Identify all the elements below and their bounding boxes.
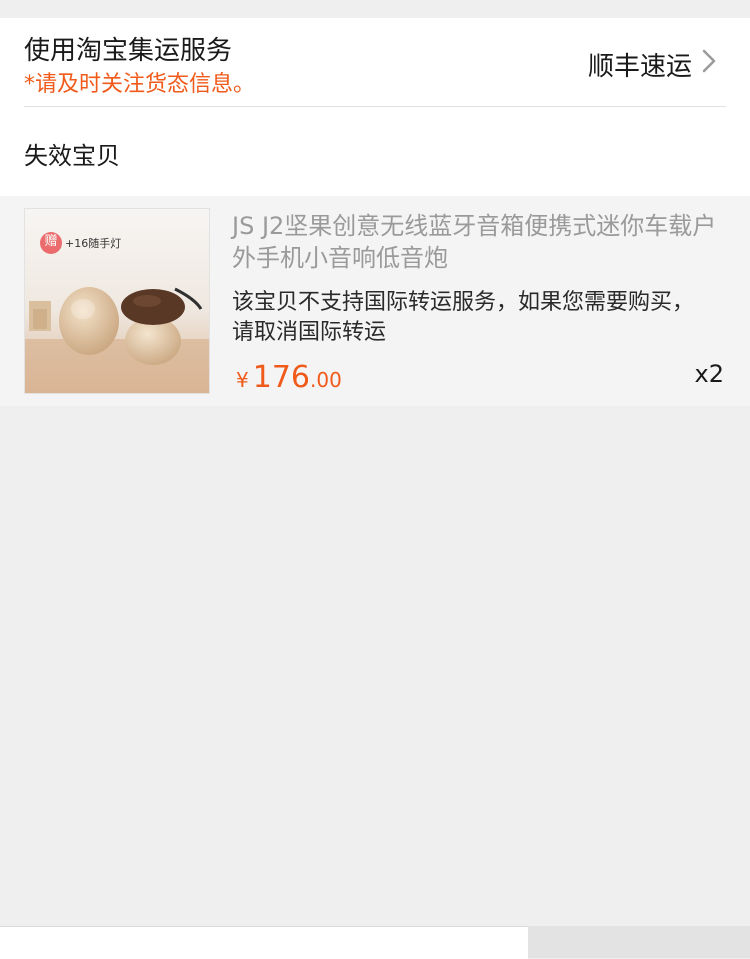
chevron-right-icon[interactable] (698, 48, 720, 74)
item-price: ¥176.00 (236, 360, 342, 395)
item-warning-text: 该宝贝不支持国际转运服务，如果您需要购买，请取消国际转运 (232, 290, 695, 345)
product-image[interactable]: 赠 +16随手灯 (24, 208, 210, 394)
top-spacer (0, 0, 750, 18)
item-quantity: x2 (694, 360, 724, 388)
shipping-method-value[interactable]: 顺丰速运 (588, 46, 692, 83)
shipping-service-row[interactable]: 使用淘宝集运服务 *请及时关注货态信息。 顺丰速运 (24, 18, 726, 107)
bottom-bar-action[interactable] (528, 926, 750, 958)
shipping-service-title: 使用淘宝集运服务 (24, 36, 233, 66)
gift-badge-text: +16随手灯 (65, 237, 122, 250)
price-integer: 176 (252, 360, 310, 395)
invalid-item-card[interactable]: 赠 +16随手灯 JS J2坚果创意无线蓝牙音箱便携式迷你车载户外手机小音响低音… (0, 196, 750, 406)
item-title[interactable]: JS J2坚果创意无线蓝牙音箱便携式迷你车载户外手机小音响低音炮 (232, 210, 728, 274)
price-currency: ¥ (236, 368, 249, 392)
gift-badge-char: 赠 (44, 234, 58, 249)
bottom-bar-left (0, 926, 528, 959)
price-decimal: .00 (310, 368, 342, 392)
invalid-items-label: 失效宝贝 (24, 142, 120, 170)
shipping-service-note: *请及时关注货态信息。 (24, 72, 256, 97)
bottom-bar (0, 926, 750, 959)
